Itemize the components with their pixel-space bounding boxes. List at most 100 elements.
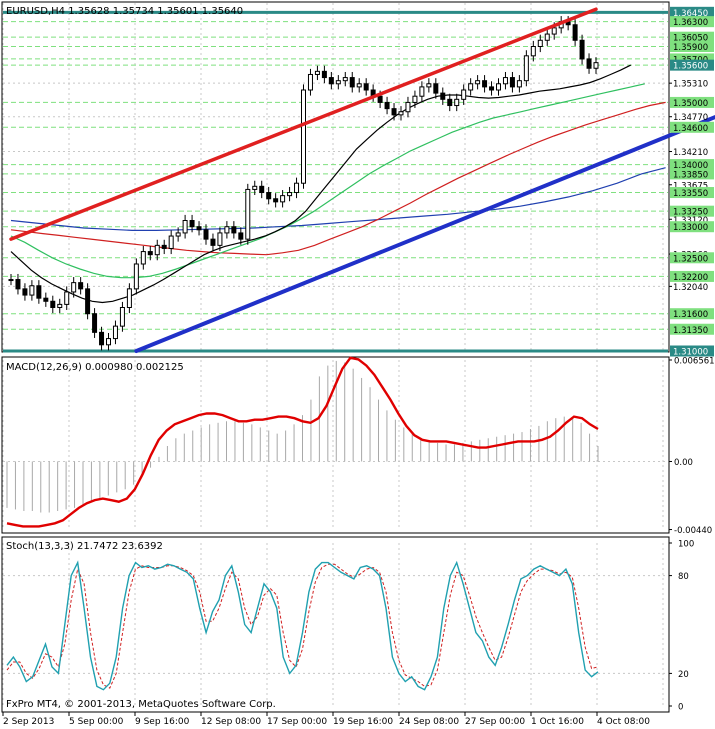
candle-body (36, 285, 42, 299)
candle-body (335, 80, 341, 85)
candle-body (398, 111, 404, 116)
candle-body (106, 338, 111, 346)
candle-body (287, 192, 293, 197)
candle-body (43, 297, 49, 302)
candle-body (301, 89, 306, 184)
candle-body (15, 279, 21, 290)
candle-body (509, 77, 515, 88)
price-label: 1.33000 (673, 223, 708, 233)
candle-body (78, 282, 84, 290)
candle-body (489, 86, 495, 91)
candle-body (572, 24, 578, 41)
price-label: 1.32200 (673, 273, 708, 283)
price-label: 1.31350 (673, 326, 708, 336)
candle-body (147, 251, 153, 256)
candle-body (579, 39, 585, 60)
time-label: 12 Sep 08:00 (201, 717, 261, 727)
time-label: 27 Sep 00:00 (465, 717, 525, 727)
price-panel-title: EURUSD,H4 1.35628 1.35734 1.35601 1.3564… (6, 6, 243, 17)
price-label: 1.35310 (673, 80, 708, 90)
stoch-tick-label: 100 (678, 540, 694, 550)
candle-body (161, 244, 167, 249)
price-label: 1.35000 (673, 99, 708, 109)
candle-body (419, 86, 425, 97)
time-label: 19 Sep 16:00 (333, 717, 393, 727)
candle-body (447, 98, 453, 107)
candle-body (85, 288, 91, 315)
price-label: 1.34210 (673, 148, 708, 158)
time-label: 9 Sep 16:00 (135, 717, 190, 727)
candle-body (154, 244, 160, 256)
candle-body (433, 83, 439, 94)
macd-tick-label: 0.006561 (674, 356, 715, 366)
candle-body (475, 80, 481, 85)
candle-body (140, 251, 146, 265)
candle-body (8, 279, 14, 282)
candle-body (64, 291, 70, 305)
candle-body (502, 77, 508, 85)
candle-body (119, 307, 125, 327)
candle-body (412, 95, 418, 103)
candle-body (50, 300, 56, 308)
candle-body (273, 198, 279, 203)
candle-body (238, 232, 244, 240)
price-label: 1.35600 (673, 62, 708, 72)
candle-body (217, 232, 223, 246)
candle-body (440, 92, 446, 100)
candle-body (259, 185, 265, 194)
time-label: 5 Sep 00:00 (69, 717, 124, 727)
candle-body (593, 62, 599, 69)
candle-body (377, 95, 383, 103)
candle-body (189, 220, 195, 228)
candle-body (496, 83, 501, 91)
time-label: 4 Oct 08:00 (597, 717, 650, 727)
candle-body (182, 220, 188, 234)
candle-body (252, 185, 258, 190)
price-label: 1.34600 (673, 124, 708, 134)
candle-body (210, 238, 216, 246)
price-label: 1.32040 (673, 283, 708, 293)
candle-body (99, 331, 105, 346)
candle-body (196, 226, 202, 231)
candle-body (175, 232, 181, 237)
candle-body (168, 235, 174, 249)
candle-body (586, 58, 592, 69)
candle-body (314, 70, 320, 75)
stoch-tick-label: 80 (678, 572, 689, 582)
candle-body (342, 77, 348, 82)
candle-body (523, 55, 529, 82)
candle-body (328, 77, 334, 85)
stoch-tick-label: 20 (678, 670, 689, 680)
candle-body (71, 282, 77, 293)
price-label: 1.35900 (673, 43, 708, 53)
macd-label: MACD(12,26,9) 0.000980 0.002125 (6, 362, 184, 373)
candle-body (29, 285, 35, 296)
candle-body (482, 80, 488, 88)
candle-body (356, 83, 362, 88)
macd-tick-label: 0.00 (674, 458, 693, 468)
candle-body (530, 46, 536, 57)
time-label: 2 Sep 2013 (3, 717, 54, 727)
stochastic-label: Stoch(13,3,3) 21.7472 23.6392 (6, 541, 163, 552)
price-label: 1.36300 (673, 18, 708, 28)
candle-body (112, 325, 118, 340)
macd-tick-label: -0.00440 (674, 526, 712, 536)
candle-body (224, 226, 230, 234)
candle-body (349, 77, 355, 88)
time-label: 1 Oct 16:00 (531, 717, 584, 727)
candle-body (426, 83, 432, 88)
candle-body (280, 195, 286, 203)
candle-body (544, 33, 550, 41)
candle-body (22, 288, 28, 296)
candle-body (516, 80, 522, 88)
candle-body (537, 39, 543, 47)
candle-body (384, 101, 390, 110)
price-label: 1.33550 (673, 189, 708, 199)
candle-body (454, 98, 460, 107)
price-label: 1.31600 (673, 310, 708, 320)
price-label: 1.32500 (673, 254, 708, 264)
candle-body (57, 303, 63, 308)
candle-body (391, 108, 397, 116)
time-label: 24 Sep 08:00 (399, 717, 459, 727)
candle-body (231, 226, 237, 234)
